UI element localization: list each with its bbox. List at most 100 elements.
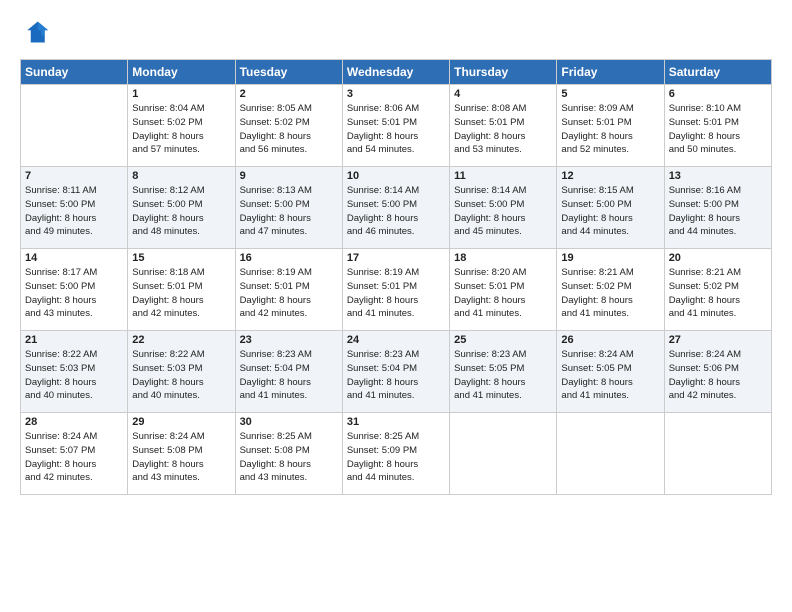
sunset-text: Sunset: 5:01 PM: [454, 116, 552, 130]
sunset-text: Sunset: 5:08 PM: [240, 444, 338, 458]
sunrise-text: Sunrise: 8:15 AM: [561, 184, 659, 198]
weekday-header-friday: Friday: [557, 60, 664, 85]
sunrise-text: Sunrise: 8:21 AM: [561, 266, 659, 280]
sunrise-text: Sunrise: 8:23 AM: [454, 348, 552, 362]
daylight-text: Daylight: 8 hoursand 40 minutes.: [132, 376, 230, 404]
weekday-header-saturday: Saturday: [664, 60, 771, 85]
day-number: 18: [454, 252, 552, 264]
daylight-text: Daylight: 8 hoursand 42 minutes.: [132, 294, 230, 322]
day-info: Sunrise: 8:24 AMSunset: 5:05 PMDaylight:…: [561, 348, 659, 403]
sunrise-text: Sunrise: 8:22 AM: [25, 348, 123, 362]
day-info: Sunrise: 8:13 AMSunset: 5:00 PMDaylight:…: [240, 184, 338, 239]
daylight-text: Daylight: 8 hoursand 44 minutes.: [347, 458, 445, 486]
sunset-text: Sunset: 5:03 PM: [132, 362, 230, 376]
sunrise-text: Sunrise: 8:25 AM: [347, 430, 445, 444]
day-info: Sunrise: 8:05 AMSunset: 5:02 PMDaylight:…: [240, 102, 338, 157]
sunset-text: Sunset: 5:09 PM: [347, 444, 445, 458]
daylight-text: Daylight: 8 hoursand 50 minutes.: [669, 130, 767, 158]
logo-icon: [22, 18, 50, 46]
day-info: Sunrise: 8:23 AMSunset: 5:04 PMDaylight:…: [347, 348, 445, 403]
daylight-text: Daylight: 8 hoursand 43 minutes.: [132, 458, 230, 486]
sunrise-text: Sunrise: 8:06 AM: [347, 102, 445, 116]
calendar-cell: 17Sunrise: 8:19 AMSunset: 5:01 PMDayligh…: [342, 249, 449, 331]
day-info: Sunrise: 8:14 AMSunset: 5:00 PMDaylight:…: [347, 184, 445, 239]
sunset-text: Sunset: 5:00 PM: [669, 198, 767, 212]
daylight-text: Daylight: 8 hoursand 57 minutes.: [132, 130, 230, 158]
sunset-text: Sunset: 5:05 PM: [561, 362, 659, 376]
day-number: 31: [347, 416, 445, 428]
calendar-cell: 23Sunrise: 8:23 AMSunset: 5:04 PMDayligh…: [235, 331, 342, 413]
day-info: Sunrise: 8:12 AMSunset: 5:00 PMDaylight:…: [132, 184, 230, 239]
day-info: Sunrise: 8:19 AMSunset: 5:01 PMDaylight:…: [347, 266, 445, 321]
daylight-text: Daylight: 8 hoursand 44 minutes.: [669, 212, 767, 240]
sunset-text: Sunset: 5:00 PM: [132, 198, 230, 212]
sunrise-text: Sunrise: 8:24 AM: [669, 348, 767, 362]
calendar-cell: 24Sunrise: 8:23 AMSunset: 5:04 PMDayligh…: [342, 331, 449, 413]
calendar-cell: [557, 413, 664, 495]
day-info: Sunrise: 8:10 AMSunset: 5:01 PMDaylight:…: [669, 102, 767, 157]
day-number: 22: [132, 334, 230, 346]
day-number: 19: [561, 252, 659, 264]
calendar-cell: 6Sunrise: 8:10 AMSunset: 5:01 PMDaylight…: [664, 85, 771, 167]
day-number: 21: [25, 334, 123, 346]
day-info: Sunrise: 8:08 AMSunset: 5:01 PMDaylight:…: [454, 102, 552, 157]
day-info: Sunrise: 8:06 AMSunset: 5:01 PMDaylight:…: [347, 102, 445, 157]
daylight-text: Daylight: 8 hoursand 49 minutes.: [25, 212, 123, 240]
day-number: 12: [561, 170, 659, 182]
day-info: Sunrise: 8:24 AMSunset: 5:06 PMDaylight:…: [669, 348, 767, 403]
sunrise-text: Sunrise: 8:20 AM: [454, 266, 552, 280]
sunset-text: Sunset: 5:00 PM: [25, 198, 123, 212]
sunset-text: Sunset: 5:04 PM: [240, 362, 338, 376]
weekday-header-sunday: Sunday: [21, 60, 128, 85]
sunrise-text: Sunrise: 8:10 AM: [669, 102, 767, 116]
calendar-cell: 9Sunrise: 8:13 AMSunset: 5:00 PMDaylight…: [235, 167, 342, 249]
day-number: 30: [240, 416, 338, 428]
sunrise-text: Sunrise: 8:17 AM: [25, 266, 123, 280]
sunrise-text: Sunrise: 8:04 AM: [132, 102, 230, 116]
sunset-text: Sunset: 5:04 PM: [347, 362, 445, 376]
calendar-cell: 3 Sunrise: 8:06 AMSunset: 5:01 PMDaylight…: [342, 85, 449, 167]
day-info: Sunrise: 8:24 AMSunset: 5:07 PMDaylight:…: [25, 430, 123, 485]
daylight-text: Daylight: 8 hoursand 41 minutes.: [347, 294, 445, 322]
day-number: 11: [454, 170, 552, 182]
weekday-header-monday: Monday: [128, 60, 235, 85]
day-info: Sunrise: 8:23 AMSunset: 5:05 PMDaylight:…: [454, 348, 552, 403]
day-info: Sunrise: 8:17 AMSunset: 5:00 PMDaylight:…: [25, 266, 123, 321]
calendar-cell: 10 Sunrise: 8:14 AMSunset: 5:00 PMDayligh…: [342, 167, 449, 249]
day-number: 28: [25, 416, 123, 428]
daylight-text: Daylight: 8 hoursand 41 minutes.: [240, 376, 338, 404]
sunrise-text: Sunrise: 8:09 AM: [561, 102, 659, 116]
sunrise-text: Sunrise: 8:21 AM: [669, 266, 767, 280]
day-number: 7: [25, 170, 123, 182]
sunset-text: Sunset: 5:02 PM: [240, 116, 338, 130]
calendar-cell: [450, 413, 557, 495]
day-number: 4: [454, 88, 552, 100]
week-row-4: 21Sunrise: 8:22 AMSunset: 5:03 PMDayligh…: [21, 331, 772, 413]
sunset-text: Sunset: 5:01 PM: [240, 280, 338, 294]
calendar-cell: 21Sunrise: 8:22 AMSunset: 5:03 PMDayligh…: [21, 331, 128, 413]
calendar-cell: 7 Sunrise: 8:11 AMSunset: 5:00 PMDaylight…: [21, 167, 128, 249]
daylight-text: Daylight: 8 hoursand 41 minutes.: [454, 376, 552, 404]
sunrise-text: Sunrise: 8:23 AM: [347, 348, 445, 362]
day-number: 3: [347, 88, 445, 100]
day-info: Sunrise: 8:24 AMSunset: 5:08 PMDaylight:…: [132, 430, 230, 485]
sunset-text: Sunset: 5:06 PM: [669, 362, 767, 376]
logo: [20, 18, 54, 51]
day-number: 14: [25, 252, 123, 264]
day-info: Sunrise: 8:21 AMSunset: 5:02 PMDaylight:…: [669, 266, 767, 321]
day-info: Sunrise: 8:11 AMSunset: 5:00 PMDaylight:…: [25, 184, 123, 239]
daylight-text: Daylight: 8 hoursand 54 minutes.: [347, 130, 445, 158]
day-number: 2: [240, 88, 338, 100]
sunset-text: Sunset: 5:01 PM: [347, 280, 445, 294]
calendar-cell: 22 Sunrise: 8:22 AMSunset: 5:03 PMDayligh…: [128, 331, 235, 413]
sunrise-text: Sunrise: 8:24 AM: [25, 430, 123, 444]
day-number: 20: [669, 252, 767, 264]
day-number: 15: [132, 252, 230, 264]
sunset-text: Sunset: 5:05 PM: [454, 362, 552, 376]
weekday-header-tuesday: Tuesday: [235, 60, 342, 85]
sunrise-text: Sunrise: 8:22 AM: [132, 348, 230, 362]
calendar-cell: 2 Sunrise: 8:05 AMSunset: 5:02 PMDaylight…: [235, 85, 342, 167]
day-number: 5: [561, 88, 659, 100]
sunset-text: Sunset: 5:03 PM: [25, 362, 123, 376]
day-number: 10: [347, 170, 445, 182]
